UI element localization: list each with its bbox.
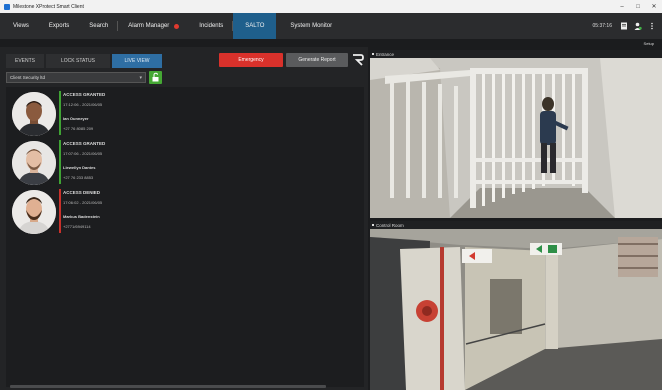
salto-logo-icon <box>353 54 364 66</box>
person-photo <box>12 190 56 234</box>
camera-indicator-icon <box>372 224 374 226</box>
event-user-phone: +2771/6949114 <box>63 224 91 229</box>
event-time: 17:12:06 - 2021/06/05 <box>63 102 103 107</box>
avatar <box>12 190 56 234</box>
event-status: ACCESS DENIED <box>63 190 101 195</box>
event-time: 17:06:02 - 2021/06/05 <box>63 200 103 205</box>
event-user-phone: +27 76 233 8853 <box>63 175 94 180</box>
door-select-value: Client Security ltd <box>10 75 46 80</box>
entrance-feed-image <box>370 58 662 218</box>
status-indicator <box>59 91 61 135</box>
event-user-phone: +27 76 8085 209 <box>63 126 94 131</box>
salto-tabs: EVENTS LOCK STATUS LIVE VIEW <box>6 54 164 68</box>
clock: 05:37:16 <box>592 23 612 29</box>
tab-live-view[interactable]: LIVE VIEW <box>112 54 162 68</box>
close-button[interactable]: ✕ <box>646 3 662 10</box>
tab-incidents[interactable]: Incidents <box>189 13 234 39</box>
control-room-feed-image <box>370 229 662 390</box>
camera-title: Control Room <box>376 222 404 228</box>
status-indicator <box>59 189 61 233</box>
setup-link[interactable]: Setup <box>644 41 654 46</box>
minimize-button[interactable]: – <box>614 4 630 10</box>
event-user-name: Llewellyn Dantes <box>63 165 96 170</box>
event-user-name: Markus Badenstein <box>63 214 100 219</box>
camera-indicator-icon <box>372 53 374 55</box>
tab-events[interactable]: EVENTS <box>6 54 44 68</box>
event-item[interactable]: ACCESS DENIED 17:06:02 - 2021/06/05 Mark… <box>6 187 364 235</box>
camera-entrance[interactable]: Entrance <box>370 50 662 218</box>
camera-header: Control Room <box>370 221 662 229</box>
avatar <box>12 141 56 185</box>
event-list: ACCESS GRANTED 17:12:06 - 2021/06/05 Ian… <box>6 87 364 387</box>
camera-title: Entrance <box>376 51 395 57</box>
alarm-badge <box>174 23 180 29</box>
main-navbar: Views Exports Search Alarm Manager Incid… <box>0 13 662 39</box>
camera-header: Entrance <box>370 50 662 58</box>
camera-feed <box>370 229 662 390</box>
tab-alarm-manager-label: Alarm Manager <box>128 23 170 29</box>
event-item[interactable]: ACCESS GRANTED 17:07:06 - 2021/06/05 Lle… <box>6 138 364 186</box>
generate-report-button[interactable]: Generate Report <box>286 53 348 67</box>
tab-system-monitor[interactable]: System Monitor <box>276 13 346 39</box>
nav-right-tools: 05:37:16 <box>593 13 662 39</box>
salto-panel: EVENTS LOCK STATUS LIVE VIEW Emergency G… <box>0 47 368 390</box>
document-icon[interactable] <box>620 22 628 30</box>
unlock-button[interactable] <box>149 71 162 84</box>
tab-views[interactable]: Views <box>0 13 39 39</box>
avatar <box>12 92 56 136</box>
status-indicator <box>59 140 61 184</box>
event-time: 17:07:06 - 2021/06/05 <box>63 151 103 156</box>
user-status-icon[interactable] <box>634 22 642 30</box>
unlock-icon <box>152 72 159 82</box>
emergency-button[interactable]: Emergency <box>219 53 283 67</box>
tab-search[interactable]: Search <box>79 13 119 39</box>
tab-lock-status[interactable]: LOCK STATUS <box>46 54 110 68</box>
person-photo <box>12 92 56 136</box>
window-title: Milestone XProtect Smart Client <box>13 3 84 10</box>
event-user-name: Ian Ounneyer <box>63 116 89 121</box>
tab-exports[interactable]: Exports <box>39 13 79 39</box>
event-status: ACCESS GRANTED <box>63 92 106 97</box>
maximize-button[interactable]: □ <box>630 4 646 10</box>
event-status: ACCESS GRANTED <box>63 141 106 146</box>
chevron-down-icon: ▾ <box>139 75 142 81</box>
camera-control-room[interactable]: Control Room <box>370 221 662 390</box>
more-icon[interactable] <box>648 22 656 30</box>
event-item[interactable]: ACCESS GRANTED 17:12:06 - 2021/06/05 Ian… <box>6 89 364 137</box>
camera-feed <box>370 58 662 218</box>
tab-alarm-manager[interactable]: Alarm Manager <box>118 13 189 39</box>
app-icon <box>4 3 10 10</box>
window-titlebar: Milestone XProtect Smart Client – □ ✕ <box>0 0 662 13</box>
tab-salto[interactable]: SALTO <box>233 13 277 39</box>
door-select[interactable]: Client Security ltd ▾ <box>6 72 146 83</box>
horizontal-scrollbar[interactable] <box>10 385 326 388</box>
person-photo <box>12 141 56 185</box>
